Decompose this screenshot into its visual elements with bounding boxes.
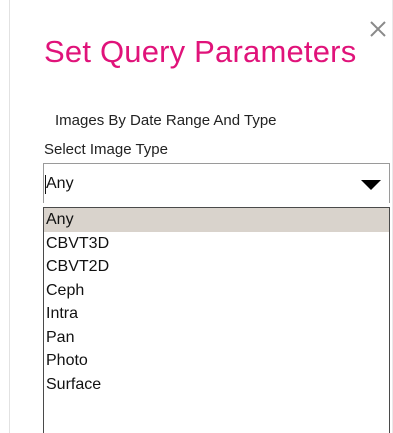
option-photo[interactable]: Photo xyxy=(44,349,389,373)
option-intra[interactable]: Intra xyxy=(44,302,389,326)
option-pan[interactable]: Pan xyxy=(44,326,389,350)
close-button[interactable] xyxy=(367,18,389,44)
query-parameters-dialog: Set Query Parameters Images By Date Rang… xyxy=(0,0,393,433)
image-type-options-list: Any CBVT3D CBVT2D Ceph Intra Pan Photo S… xyxy=(43,207,390,433)
chevron-down-icon[interactable] xyxy=(361,180,381,190)
dialog-left-border xyxy=(9,0,10,433)
option-cbvt3d[interactable]: CBVT3D xyxy=(44,232,389,256)
option-ceph[interactable]: Ceph xyxy=(44,279,389,303)
image-type-label: Select Image Type xyxy=(44,141,168,158)
option-cbvt2d[interactable]: CBVT2D xyxy=(44,255,389,279)
close-icon xyxy=(367,18,389,40)
image-type-selected-value: Any xyxy=(46,175,74,192)
dialog-title: Set Query Parameters xyxy=(44,34,357,69)
option-any[interactable]: Any xyxy=(44,208,389,232)
section-label: Images By Date Range And Type xyxy=(55,112,277,129)
image-type-select[interactable]: Any xyxy=(43,163,390,203)
option-surface[interactable]: Surface xyxy=(44,373,389,397)
